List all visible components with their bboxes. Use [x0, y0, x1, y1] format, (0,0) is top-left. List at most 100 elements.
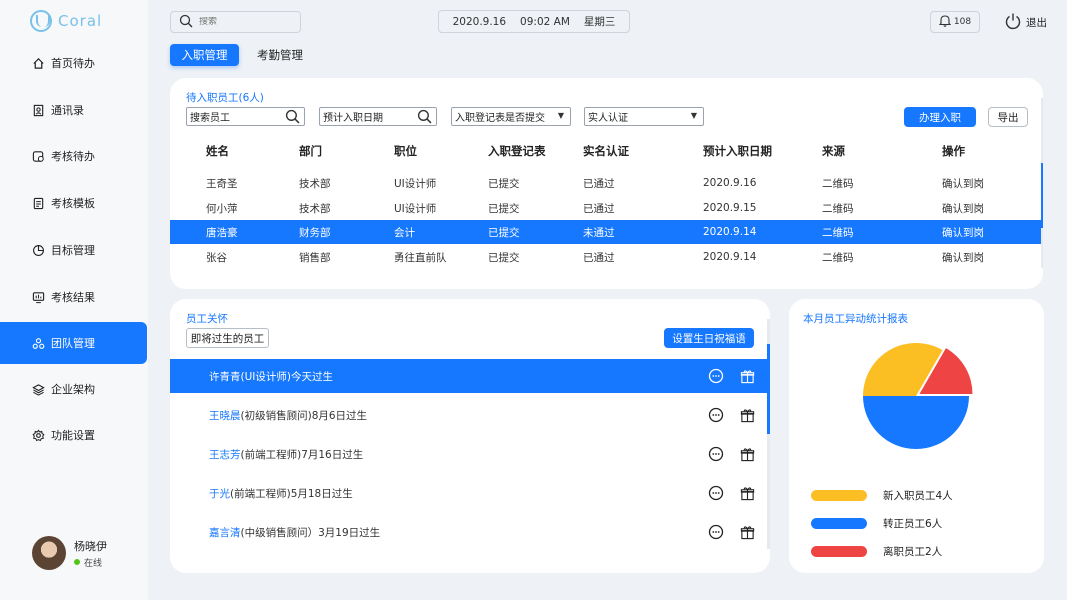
real-name-select[interactable]: 实人认证 ▼ — [584, 107, 704, 126]
onboard-button[interactable]: 办理入职 — [904, 107, 976, 127]
birthday-item[interactable]: 嘉言清 (中级销售顾问）3月19日过生 — [170, 515, 768, 549]
cell-name: 王奇圣 — [206, 177, 238, 190]
birthday-item[interactable]: 于光 (前端工程师)5月18日过生 — [170, 476, 768, 510]
care-scrollbar-thumb[interactable] — [767, 344, 770, 434]
current-weekday: 星期三 — [583, 16, 616, 28]
sidebar-item-target[interactable]: 目标管理 — [0, 229, 147, 271]
search-input[interactable] — [199, 17, 289, 27]
birthday-detail: (中级销售顾问）3月19日过生 — [240, 526, 381, 539]
coral-logo-icon — [30, 10, 52, 32]
caret-down-icon: ▼ — [690, 111, 697, 120]
table-row[interactable]: 何小萍 技术部 UI设计师 已提交 已通过 2020.9.15 二维码 确认到岗 — [170, 196, 1043, 220]
sidebar-item-result[interactable]: 考核结果 — [0, 276, 147, 318]
logout-button[interactable]: 退出 — [1004, 12, 1047, 33]
table-row[interactable]: 张谷 销售部 勇往直前队 已提交 已通过 2020.9.14 二维码 确认到岗 — [170, 245, 1043, 269]
gift-icon[interactable] — [739, 368, 755, 384]
search-icon — [417, 109, 432, 127]
cell-form: 已提交 — [488, 251, 520, 264]
cell-date: 2020.9.15 — [703, 202, 757, 214]
legend-swatch-yellow — [811, 490, 867, 501]
avatar — [32, 536, 66, 570]
staff-change-stats-card: 本月员工异动统计报表 新入职员工4人 转正员工6人 离职员工2人 — [789, 299, 1044, 573]
sidebar-item-label: 团队管理 — [51, 337, 95, 350]
message-icon[interactable] — [708, 368, 724, 384]
home-icon — [32, 57, 45, 70]
confirm-arrival-link[interactable]: 确认到岗 — [942, 245, 984, 269]
gift-icon[interactable] — [739, 524, 755, 540]
tab-attendance[interactable]: 考勤管理 — [248, 44, 312, 66]
sidebar-item-label: 考核待办 — [51, 150, 95, 163]
employee-search-input[interactable]: 搜索员工 — [186, 107, 305, 126]
current-user[interactable]: 杨晓伊 在线 — [32, 536, 107, 570]
birthday-item-selected[interactable]: 许青青 (UI设计师)今天过生 — [170, 359, 768, 393]
bell-icon — [938, 14, 952, 30]
employee-care-card: 员工关怀 即将过生的员工 设置生日祝福语 许青青 (UI设计师)今天过生 王晓晨(… — [170, 299, 770, 573]
confirm-arrival-link[interactable]: 确认到岗 — [942, 220, 984, 244]
table-header: 姓名 部门 职位 入职登记表 实名认证 预计入职日期 来源 操作 — [170, 141, 1043, 161]
cell-date: 2020.9.14 — [703, 251, 757, 263]
legend-swatch-red — [811, 546, 867, 557]
legend-item-new: 新入职员工4人 — [811, 488, 953, 503]
message-icon[interactable] — [708, 485, 724, 501]
gift-icon[interactable] — [739, 446, 755, 462]
column-header: 职位 — [394, 144, 417, 158]
legend-item-regular: 转正员工6人 — [811, 516, 942, 531]
upcoming-birthdays-tag[interactable]: 即将过生的员工 — [186, 328, 269, 348]
sidebar-item-label: 企业架构 — [51, 383, 95, 396]
employee-name: 嘉言清 — [209, 526, 241, 539]
logout-label: 退出 — [1026, 17, 1047, 29]
layers-icon — [32, 383, 45, 396]
birthday-text: 嘉言清 (中级销售顾问）3月19日过生 — [209, 515, 380, 549]
confirm-arrival-link[interactable]: 确认到岗 — [942, 196, 984, 220]
table-row-selected[interactable]: 唐浩豪 财务部 会计 已提交 未通过 2020.9.14 二维码 确认到岗 — [170, 220, 1043, 244]
employee-name: 于光 — [209, 487, 230, 500]
birthday-item[interactable]: 王晓晨 (初级销售顾问)8月6日过生 — [170, 398, 768, 432]
sidebar-item-label: 考核模板 — [51, 197, 95, 210]
set-greeting-button[interactable]: 设置生日祝福语 — [664, 328, 754, 348]
birthday-detail: (前端工程师)7月16日过生 — [240, 448, 364, 461]
care-title: 员工关怀 — [186, 313, 228, 325]
date-search-placeholder: 预计入职日期 — [323, 113, 383, 124]
gift-icon[interactable] — [739, 407, 755, 423]
gear-icon — [32, 429, 45, 442]
table-row[interactable]: 王奇圣 技术部 UI设计师 已提交 已通过 2020.9.16 二维码 确认到岗 — [170, 171, 1043, 195]
form-status-select[interactable]: 入职登记表是否提交 ▼ — [451, 107, 571, 126]
confirm-arrival-link[interactable]: 确认到岗 — [942, 171, 984, 195]
sidebar-item-label: 目标管理 — [51, 244, 95, 257]
message-icon[interactable] — [708, 446, 724, 462]
search-box[interactable] — [170, 11, 301, 33]
sidebar-item-settings[interactable]: 功能设置 — [0, 414, 147, 456]
message-icon[interactable] — [708, 407, 724, 423]
sidebar-item-template[interactable]: 考核模板 — [0, 182, 147, 224]
notifications-button[interactable]: 108 — [930, 11, 980, 33]
power-icon — [1004, 12, 1022, 33]
datetime-display: 2020.9.16 09:02 AM 星期三 — [438, 10, 630, 33]
sidebar-item-team[interactable]: 团队管理 — [0, 322, 147, 364]
legend-item-left: 离职员工2人 — [811, 544, 942, 559]
sidebar-item-structure[interactable]: 企业架构 — [0, 368, 147, 410]
cell-name: 何小萍 — [206, 202, 238, 215]
cell-source: 二维码 — [822, 202, 854, 215]
cell-form: 已提交 — [488, 202, 520, 215]
gift-icon[interactable] — [739, 485, 755, 501]
birthday-item[interactable]: 王志芳 (前端工程师)7月16日过生 — [170, 437, 768, 471]
employee-name: 许青青 — [209, 370, 241, 383]
legend-label: 转正员工6人 — [883, 518, 943, 530]
message-icon[interactable] — [708, 524, 724, 540]
export-button[interactable]: 导出 — [988, 107, 1028, 127]
cell-verify: 未通过 — [583, 226, 615, 239]
birthday-detail: (前端工程师)5月18日过生 — [230, 487, 353, 500]
date-search-input[interactable]: 预计入职日期 — [319, 107, 437, 126]
app-logo[interactable]: Coral — [30, 10, 102, 32]
cell-form: 已提交 — [488, 177, 520, 190]
legend-label: 离职员工2人 — [883, 546, 943, 558]
sidebar-item-contacts[interactable]: 通讯录 — [0, 89, 147, 131]
cell-dept: 财务部 — [299, 226, 331, 239]
sidebar-item-review-todo[interactable]: 考核待办 — [0, 135, 147, 177]
pie-slice — [863, 396, 969, 449]
app-name: Coral — [58, 12, 103, 30]
sidebar-item-home[interactable]: 首页待办 — [0, 42, 147, 84]
onboarding-card: 待入职员工(6人) 搜索员工 预计入职日期 入职登记表是否提交 ▼ 实人认证 ▼… — [170, 78, 1043, 289]
tab-onboarding[interactable]: 入职管理 — [170, 44, 239, 66]
table-scrollbar-thumb[interactable] — [1041, 163, 1043, 228]
